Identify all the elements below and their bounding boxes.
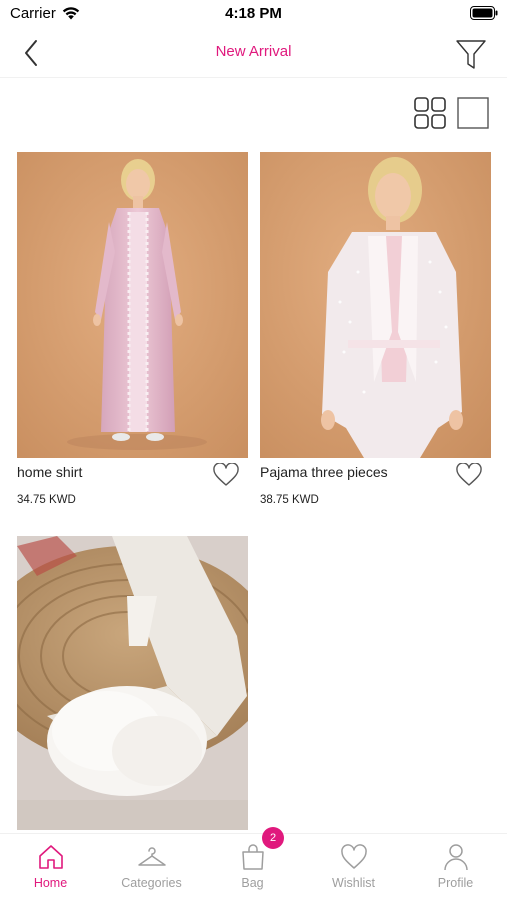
heart-icon [456,463,482,486]
product-card[interactable]: Pajama three pieces 38.75 KWD [260,152,491,512]
product-price: 34.75 KWD [17,494,76,506]
product-name: Pajama three pieces [260,464,388,480]
product-image[interactable] [260,152,491,458]
product-price: 38.75 KWD [260,494,319,506]
tab-label: Categories [121,876,182,890]
hanger-icon [137,842,167,872]
square-icon [457,97,489,129]
battery-icon [470,6,498,20]
heart-icon [213,463,239,486]
bag-icon [238,842,268,872]
tab-bar: Home Categories 2 Bag Wishlist Profile [0,827,507,900]
robe-photo [17,152,248,458]
tab-profile[interactable]: Profile [405,834,506,900]
grid-view-button[interactable] [413,96,447,130]
tab-label: Profile [437,876,474,890]
product-card[interactable]: home shirt 34.75 KWD [17,152,248,512]
filter-icon [456,40,486,69]
filter-button[interactable] [453,36,489,72]
wishlist-button[interactable] [454,460,484,490]
tab-bag[interactable]: 2 Bag [202,827,303,900]
tab-label: Home [33,876,68,890]
home-icon [36,842,66,872]
product-image[interactable] [17,536,248,830]
page-title: New Arrival [215,43,292,60]
product-image[interactable] [17,152,248,458]
tab-label: Wishlist [331,876,376,890]
tab-wishlist[interactable]: Wishlist [303,834,404,900]
product-card[interactable] [17,536,248,830]
slipper-photo [17,536,248,830]
tab-categories[interactable]: Categories [101,834,202,900]
wishlist-button[interactable] [211,460,241,490]
robe-photo [260,152,491,458]
nav-bar: New Arrival [0,28,507,78]
bag-count-badge: 2 [262,827,284,849]
tab-label: Bag [241,876,264,890]
heart-icon [339,842,369,872]
user-icon [441,842,471,872]
status-bar: Carrier 4:18 PM [0,0,507,28]
tab-home[interactable]: Home [0,834,101,900]
product-name: home shirt [17,464,83,480]
clock-label: 4:18 PM [225,5,282,22]
grid-icon [414,97,446,129]
single-view-button[interactable] [456,96,490,130]
